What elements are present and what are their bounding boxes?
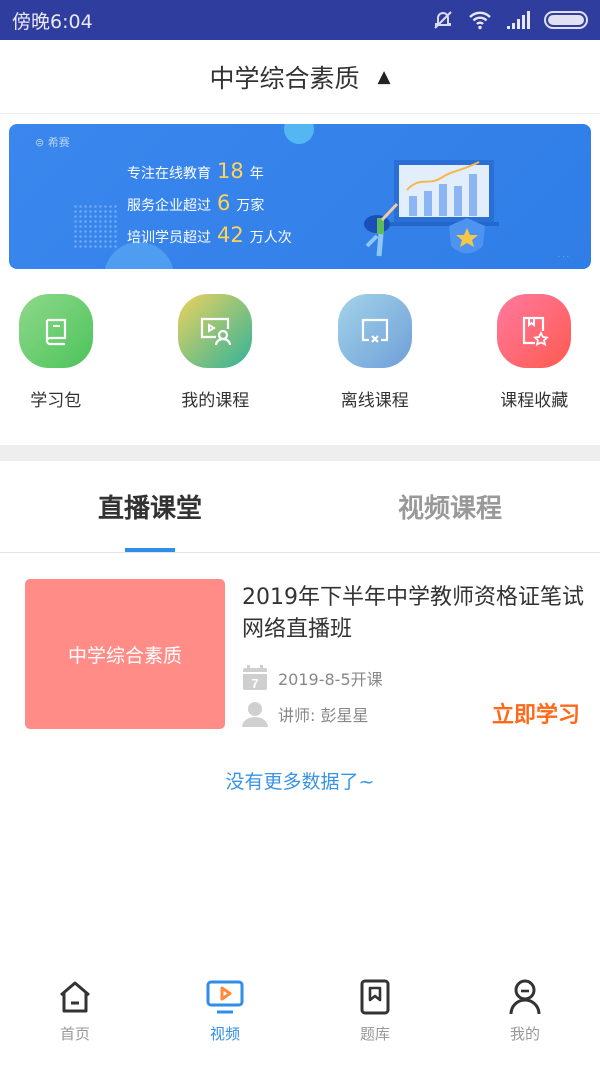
person-icon [242, 702, 268, 727]
subject-title: 中学综合素质 [209, 63, 360, 93]
course-title: 2019年下半年中学教师资格证笔试网络直播班 [242, 585, 584, 642]
tab-live-class[interactable]: 直播课堂 [0, 461, 300, 552]
favorite-course-icon [497, 294, 572, 368]
banner-line: 服务企业超过 6 万家 [127, 191, 265, 215]
banner-line: 培训学员超过 42 万人次 [127, 223, 292, 247]
wifi-icon [469, 11, 491, 30]
nav-question-bank[interactable]: 题库 [300, 977, 450, 1067]
banner-decoration [284, 124, 314, 144]
quick-action-offline-courses[interactable]: 离线课程 [295, 294, 455, 411]
course-tabs: 直播课堂 视频课程 [0, 461, 600, 553]
quick-action-label: 课程收藏 [500, 391, 569, 411]
book-icon [18, 294, 93, 368]
nav-video[interactable]: 视频 [150, 977, 300, 1067]
nav-profile[interactable]: 我的 [450, 977, 600, 1067]
bottom-navigation: 首页 视频 题库 我的 [0, 977, 600, 1067]
section-divider [0, 445, 600, 461]
offline-course-icon [337, 294, 412, 368]
tab-video-course[interactable]: 视频课程 [300, 461, 600, 552]
quick-action-study-pack[interactable]: 学习包 [0, 294, 136, 411]
quick-action-favorites[interactable]: 课程收藏 [455, 294, 600, 411]
banner-logo: ⊜ 希赛 [35, 136, 70, 149]
calendar-icon: 7 [243, 665, 267, 691]
status-time: 傍晚6:04 [12, 10, 93, 33]
banner-dots-pattern [73, 204, 118, 249]
signal-icon [507, 11, 530, 29]
status-bar: 傍晚6:04 [0, 0, 600, 40]
quick-action-label: 学习包 [30, 391, 82, 411]
my-course-icon [178, 294, 253, 368]
course-teacher: 讲师: 彭星星 [242, 701, 368, 727]
quick-action-label: 离线课程 [340, 391, 409, 411]
home-icon [60, 981, 90, 1013]
banner-illustration [364, 160, 499, 257]
promo-banner[interactable]: ⊜ 希赛 专注在线教育 18 年 服务企业超过 6 万家 培训学员超过 42 万人次 · ·… [9, 124, 591, 269]
video-icon [206, 980, 244, 1014]
course-thumbnail: 中学综合素质 [25, 579, 225, 729]
quick-action-my-courses[interactable]: 我的课程 [136, 294, 296, 411]
battery-icon [544, 11, 588, 29]
course-card[interactable]: 中学综合素质 2019年下半年中学教师资格证笔试网络直播班 7 2019-8-5… [25, 579, 584, 729]
nav-home[interactable]: 首页 [0, 977, 150, 1067]
subject-selector[interactable]: 中学综合素质 ▲ [0, 40, 600, 114]
banner-footnote: · · · [557, 253, 569, 261]
caret-up-icon: ▲ [377, 66, 391, 87]
banner-line: 专注在线教育 18 年 [127, 159, 264, 183]
no-more-data: 没有更多数据了~ [225, 771, 375, 793]
quick-actions: 学习包 我的课程 离线课程 课程收藏 [0, 294, 600, 411]
svg-text:7: 7 [251, 676, 258, 691]
banner-text: 专注在线教育 18 年 服务企业超过 6 万家 培训学员超过 42 万人次 [127, 157, 292, 253]
start-learning-button[interactable]: 立即学习 [492, 697, 580, 729]
quick-action-label: 我的课程 [181, 391, 250, 411]
question-bank-icon [360, 979, 390, 1015]
course-date: 7 2019-8-5开课 [242, 665, 383, 691]
mute-icon [434, 11, 452, 29]
profile-icon [509, 979, 541, 1015]
